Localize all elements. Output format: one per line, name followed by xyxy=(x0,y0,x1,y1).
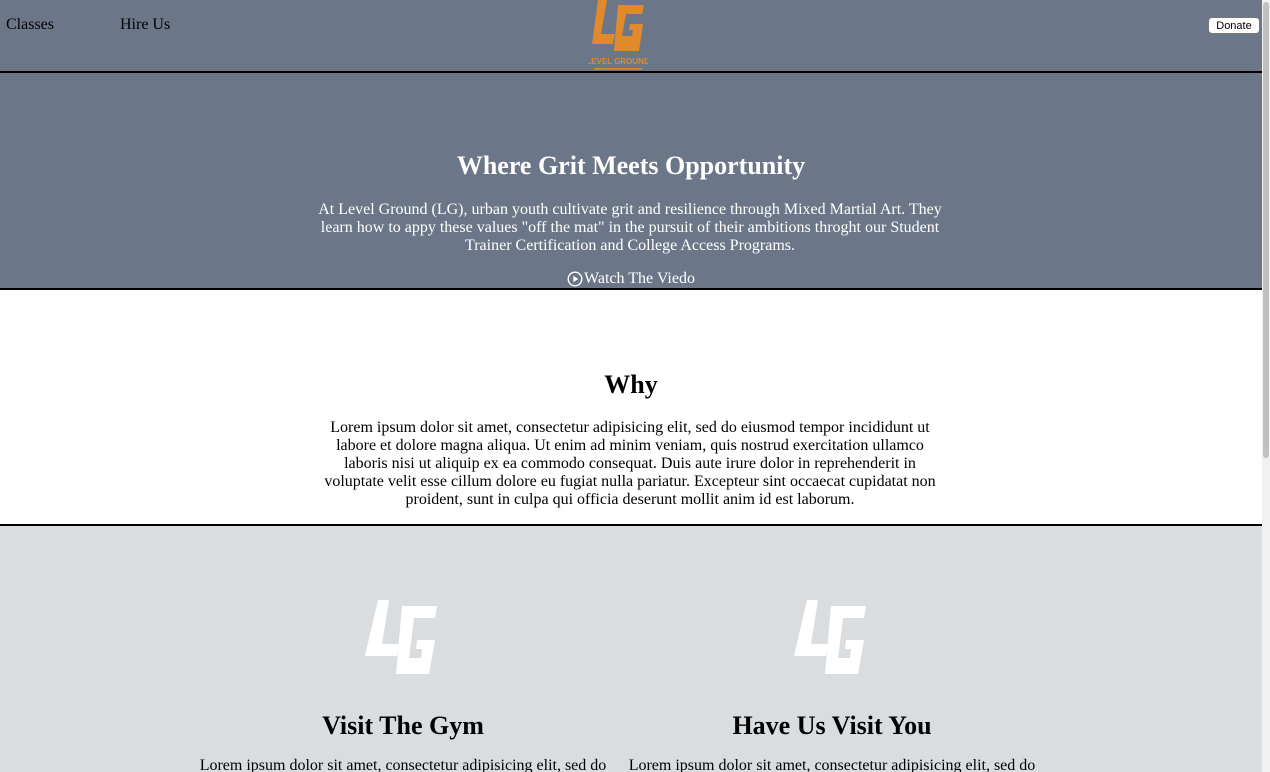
play-circle-icon xyxy=(567,271,583,287)
lg-logo-icon xyxy=(365,600,437,674)
level-ground-logo[interactable]: LEVEL GROUND xyxy=(586,0,650,72)
visit-you-description: Lorem ipsum dolor sit amet, consectetur … xyxy=(628,757,1036,772)
visit-gym-card: Visit The Gym Lorem ipsum dolor sit amet… xyxy=(193,526,613,772)
watch-video-link[interactable]: Watch The Viedo xyxy=(0,270,1262,288)
why-section: Why Lorem ipsum dolor sit amet, consecte… xyxy=(0,290,1262,526)
nav-classes-link[interactable]: Classes xyxy=(6,16,54,34)
scrollbar-thumb[interactable] xyxy=(1263,2,1269,458)
hero-section: Where Grit Meets Opportunity At Level Gr… xyxy=(0,73,1262,290)
visit-you-card: Have Us Visit You Lorem ipsum dolor sit … xyxy=(622,526,1042,772)
visit-section: Visit The Gym Lorem ipsum dolor sit amet… xyxy=(0,526,1262,772)
logo-caption: LEVEL GROUND xyxy=(588,57,648,66)
visit-gym-description: Lorem ipsum dolor sit amet, consectetur … xyxy=(199,757,607,772)
hero-title: Where Grit Meets Opportunity xyxy=(456,151,806,180)
lg-logo-icon: LEVEL GROUND xyxy=(586,0,650,70)
page: Classes Hire Us LEVEL GROUND Donate Wher… xyxy=(0,0,1262,772)
nav-hire-us-link[interactable]: Hire Us xyxy=(120,16,170,34)
site-header: Classes Hire Us LEVEL GROUND Donate xyxy=(0,0,1262,73)
why-description: Lorem ipsum dolor sit amet, consectetur … xyxy=(324,419,936,508)
watch-video-label: Watch The Viedo xyxy=(584,270,695,287)
vertical-scrollbar[interactable] xyxy=(1262,0,1270,772)
donate-button[interactable]: Donate xyxy=(1208,17,1260,34)
lg-logo-icon xyxy=(794,600,866,674)
visit-gym-title: Visit The Gym xyxy=(322,711,484,740)
hero-description: At Level Ground (LG), urban youth cultiv… xyxy=(318,201,942,254)
visit-you-title: Have Us Visit You xyxy=(732,711,932,740)
why-title: Why xyxy=(604,370,658,399)
